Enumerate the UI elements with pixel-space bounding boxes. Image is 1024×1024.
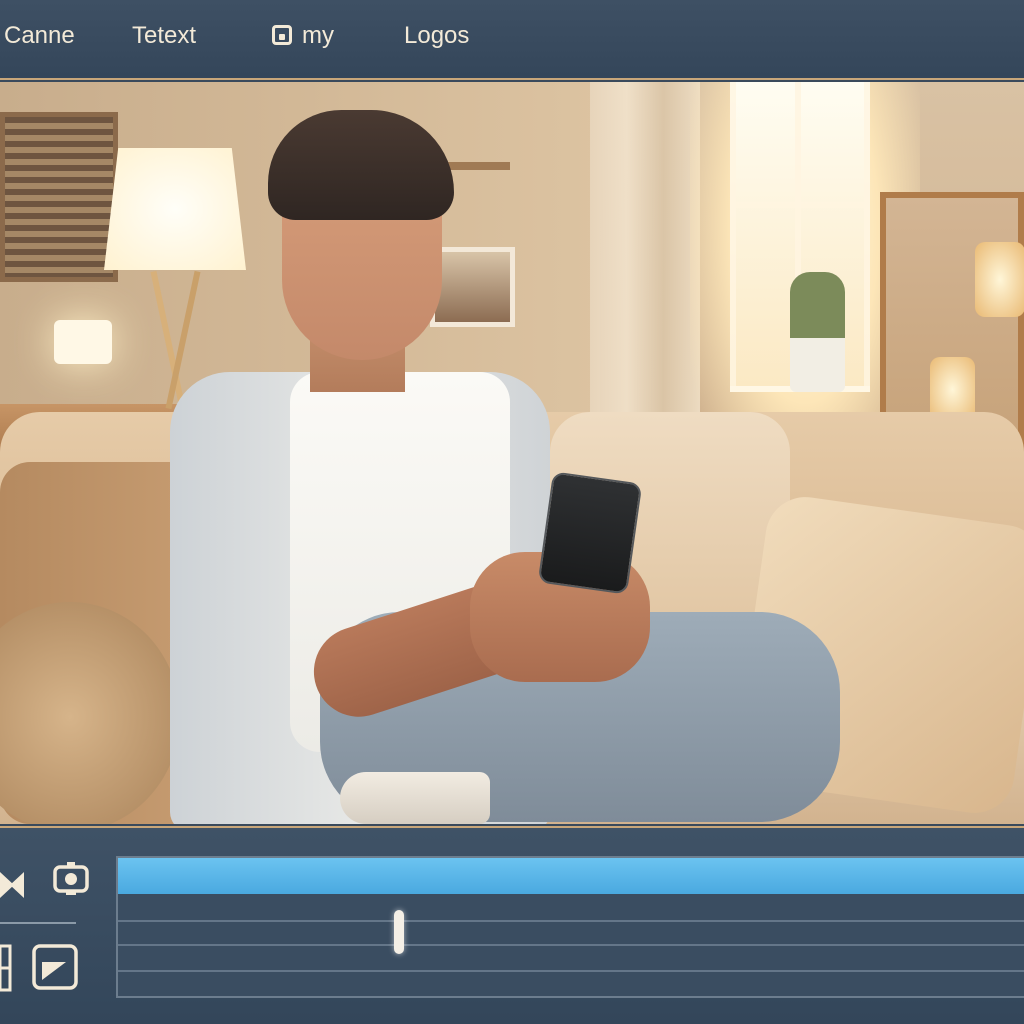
window-mullion: [730, 202, 870, 208]
bottom-control-panel: [0, 826, 1024, 1024]
square-target-icon: [272, 25, 292, 45]
floor-lamp-shade: [104, 148, 246, 270]
menu-item-label: Tetext: [132, 22, 197, 49]
menu-item-logos[interactable]: Logos: [404, 18, 469, 54]
potted-plant: [790, 272, 845, 392]
table-lamp: [54, 320, 112, 364]
smartphone: [537, 471, 643, 595]
menu-item-my[interactable]: my: [272, 18, 334, 54]
timeline-clip-bar[interactable]: [118, 858, 1024, 894]
candle-jar: [975, 242, 1024, 317]
menu-item-tetext[interactable]: Tetext: [132, 18, 196, 54]
menu-item-canne[interactable]: Canne: [4, 18, 75, 54]
timeline-track-line: [118, 920, 1024, 922]
scene-viewer[interactable]: [0, 82, 1024, 824]
timeline[interactable]: [116, 856, 1024, 998]
grid-icon[interactable]: [0, 944, 12, 992]
play-skip-icon[interactable]: [0, 870, 26, 900]
timeline-track-line: [118, 944, 1024, 946]
photo-frame: [430, 247, 515, 327]
menu-item-label: Logos: [404, 22, 470, 49]
camera-icon[interactable]: [52, 860, 90, 898]
timeline-playhead[interactable]: [394, 910, 404, 954]
wall-art: [0, 112, 118, 282]
top-menu-bar: Canne Tetext my Logos: [0, 0, 1024, 80]
person-shoe: [340, 772, 490, 824]
menu-item-label: my: [302, 22, 334, 49]
toolbar-divider: [0, 922, 76, 924]
frame-icon[interactable]: [32, 944, 78, 990]
timeline-track-line: [118, 970, 1024, 972]
menu-item-label: Canne: [4, 22, 75, 49]
